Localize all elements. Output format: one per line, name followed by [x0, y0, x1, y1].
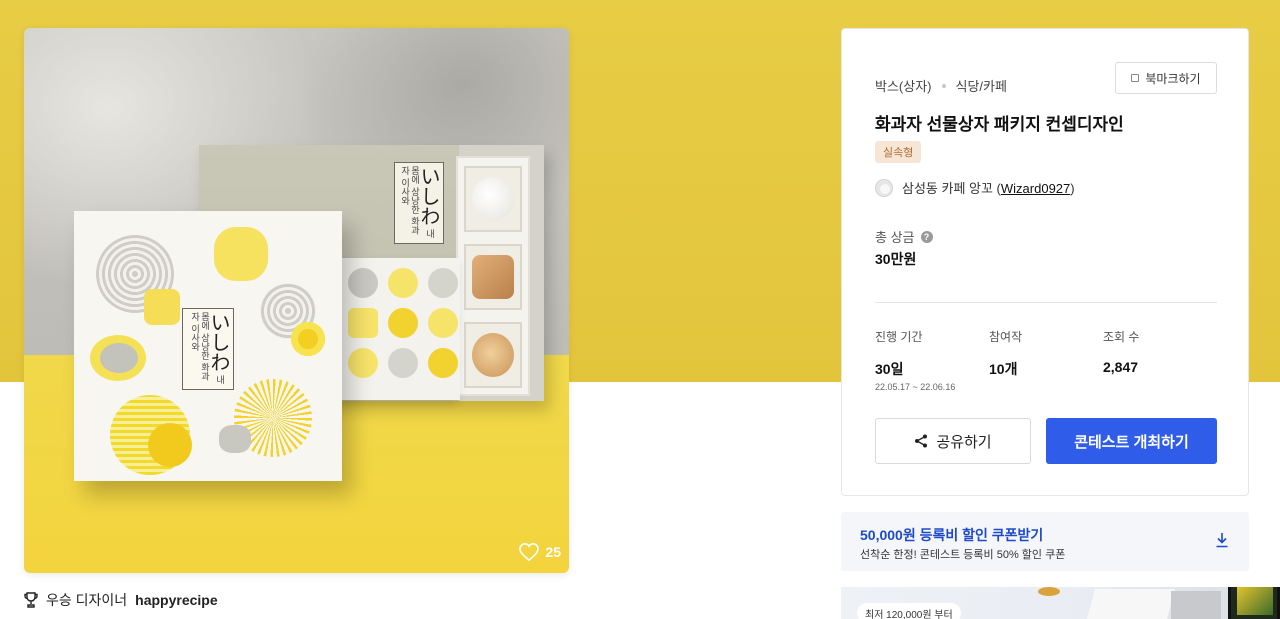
winner-designer: 우승 디자이너 happyrecipe [24, 590, 218, 610]
back-box-label: いしわ 내 몸에 상냥한 화과자 이사와 [394, 162, 444, 244]
heart-icon [519, 543, 540, 561]
contest-title: 화과자 선물상자 패키지 컨셉디자인 [875, 115, 1124, 134]
host-close: ) [1070, 181, 1075, 196]
pattern-circle [428, 348, 458, 378]
promo-decoration [1171, 591, 1221, 619]
tier-badge: 실속형 [875, 141, 922, 163]
contest-info-card: 박스(상자) 식당/카페 북마크하기 화과자 선물상자 패키지 컨셉디자인 실속… [841, 28, 1249, 496]
bookmark-label: 북마크하기 [1145, 71, 1201, 86]
stat-value: 10개 [989, 361, 1018, 377]
prize-label-text: 총 상금 [875, 230, 915, 245]
sweets-tray [456, 156, 530, 396]
award-label: 우승 디자이너 [46, 592, 128, 608]
box-label-sub: 이사와 [189, 323, 200, 351]
sweet-shape-inner [100, 343, 138, 373]
front-box-label: いしわ 내 몸에 상냥한 화과자 이사와 [182, 308, 234, 390]
share-label: 공유하기 [936, 433, 992, 451]
category-breadcrumb: 박스(상자) 식당/카페 [875, 76, 1007, 95]
sun-shape [288, 319, 328, 359]
share-icon [915, 434, 928, 448]
pattern-circle [388, 308, 418, 338]
sparkle-circle [148, 423, 192, 467]
pattern-circle [388, 348, 418, 378]
sweet-item [464, 244, 522, 310]
host-contest-button[interactable]: 콘테스트 개최하기 [1046, 418, 1217, 464]
like-count: 25 [545, 544, 561, 560]
inner-panel [342, 258, 460, 400]
pattern-circle [428, 268, 458, 298]
stat-views: 조회 수 2,847 [1103, 328, 1139, 375]
promo-decoration [1086, 589, 1176, 619]
host-name: 삼성동 카페 앙꼬 ( [902, 181, 1001, 196]
pattern-circle [388, 268, 418, 298]
flower-shape [214, 227, 268, 281]
square-shape [144, 289, 180, 325]
stat-value: 2,847 [1103, 359, 1139, 375]
stat-period: 진행 기간 30일 22.05.17 ~ 22.06.16 [875, 328, 955, 392]
host-id-link[interactable]: Wizard0927 [1001, 181, 1070, 196]
like-button[interactable]: 25 [519, 543, 561, 561]
avatar [875, 178, 893, 197]
separator-dot [941, 83, 946, 88]
share-button[interactable]: 공유하기 [875, 418, 1031, 464]
sweet-item [464, 322, 522, 388]
contest-thumbnail-image[interactable]: いしわ 내 몸에 상냥한 화과자 이사와 いしわ 내 몸에 상냥한 화과자 이사… [24, 28, 569, 573]
prize-label: 총 상금 ? [875, 227, 933, 246]
host-info: 삼성동 카페 앙꼬 (Wizard0927) [875, 178, 1075, 197]
stat-label: 진행 기간 [875, 330, 923, 344]
box-label-sub: 이사와 [399, 177, 410, 205]
box-label-big: いしわ [207, 312, 231, 372]
pattern-circle [428, 308, 458, 338]
category-item[interactable]: 박스(상자) [875, 76, 932, 95]
stat-value: 30일 [875, 361, 904, 377]
sweet-item [464, 166, 522, 232]
box-label-big: いしわ [417, 166, 441, 226]
promo-decoration [1038, 587, 1060, 596]
period-range: 22.05.17 ~ 22.06.16 [875, 382, 956, 392]
promo-tag: 최저 120,000원 부터 [857, 603, 961, 619]
bookmark-icon [1131, 74, 1140, 82]
pattern-circle [348, 268, 378, 298]
designer-name[interactable]: happyrecipe [135, 592, 217, 608]
prize-value: 30만원 [875, 251, 917, 267]
stat-entries: 참여작 10개 [989, 328, 1022, 379]
category-item[interactable]: 식당/카페 [956, 76, 1007, 95]
divider [875, 302, 1217, 303]
coupon-subtitle: 선착순 한정! 콘테스트 등록비 50% 할인 쿠폰 [860, 549, 1066, 561]
download-icon[interactable] [1215, 532, 1229, 548]
coupon-title: 50,000원 등록비 할인 쿠폰받기 [860, 527, 1044, 543]
bookmark-button[interactable]: 북마크하기 [1115, 62, 1217, 94]
coupon-banner[interactable]: 50,000원 등록비 할인 쿠폰받기 선착순 한정! 콘테스트 등록비 50%… [841, 512, 1249, 571]
question-icon[interactable]: ? [920, 230, 933, 243]
pattern-circle [348, 348, 378, 378]
stat-label: 참여작 [989, 330, 1023, 344]
stat-label: 조회 수 [1103, 330, 1140, 344]
promo-phone-image [1228, 587, 1280, 619]
promo-banner[interactable]: 최저 120,000원 부터 [841, 587, 1280, 619]
trophy-icon [24, 592, 38, 608]
cloud-shape [219, 425, 251, 453]
pattern-square [348, 308, 378, 338]
